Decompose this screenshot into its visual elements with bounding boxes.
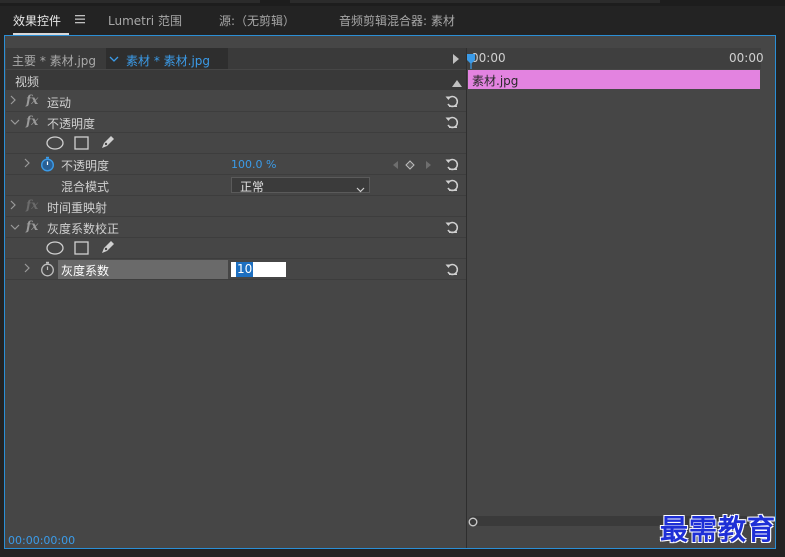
scroll-handle-icon[interactable] bbox=[468, 516, 478, 530]
video-section-header: 视频 bbox=[6, 70, 466, 90]
chevron-down-icon bbox=[356, 182, 365, 196]
effect-row-motion[interactable]: fx 运动 bbox=[6, 91, 466, 112]
reset-icon[interactable] bbox=[445, 220, 459, 234]
fx-icon[interactable]: fx bbox=[26, 114, 38, 128]
param-label-gamma: 灰度系数 bbox=[61, 264, 110, 278]
source-selector-bar: 主要 * 素材.jpg 素材 * 素材.jpg bbox=[6, 48, 466, 69]
param-row-blend-mode[interactable]: 混合模式 正常 bbox=[6, 175, 466, 196]
master-clip-tab[interactable]: 主要 * 素材.jpg bbox=[12, 52, 96, 69]
top-strip-segment bbox=[0, 0, 260, 3]
watermark-logo: 最需教育 bbox=[660, 513, 777, 546]
effect-row-gamma-correction[interactable]: fx 灰度系数校正 bbox=[6, 217, 466, 238]
param-label-opacity: 不透明度 bbox=[61, 159, 110, 173]
chevron-right-icon[interactable] bbox=[24, 158, 30, 171]
blend-mode-value: 正常 bbox=[240, 180, 265, 194]
reset-icon[interactable] bbox=[445, 157, 459, 171]
gamma-mask-tools bbox=[6, 238, 466, 259]
stopwatch-icon[interactable] bbox=[40, 261, 55, 280]
ruler-start-time: 00:00 bbox=[471, 51, 506, 65]
collapse-up-icon[interactable] bbox=[452, 76, 462, 90]
reset-icon[interactable] bbox=[445, 115, 459, 129]
current-timecode[interactable]: 00:00:00:00 bbox=[8, 534, 75, 547]
param-row-opacity[interactable]: 不透明度 100.0 % bbox=[6, 154, 466, 175]
stopwatch-icon[interactable] bbox=[40, 156, 55, 175]
timeline-clip[interactable]: 素材.jpg bbox=[468, 70, 760, 89]
chevron-down-icon[interactable] bbox=[10, 222, 20, 233]
gamma-value-field[interactable]: 10 bbox=[231, 262, 286, 277]
panel-divider[interactable] bbox=[466, 48, 467, 548]
reset-icon[interactable] bbox=[445, 178, 459, 192]
ellipse-mask-icon[interactable] bbox=[46, 241, 64, 258]
fx-icon[interactable]: fx bbox=[26, 219, 38, 233]
panel-tab-bar: 效果控件 Lumetri 范围 源:（无剪辑） 音频剪辑混合器: 素材 bbox=[0, 6, 785, 35]
video-header-label: 视频 bbox=[15, 75, 40, 89]
tab-source[interactable]: 源:（无剪辑） bbox=[219, 12, 295, 29]
menu-icon[interactable] bbox=[75, 13, 85, 27]
chevron-right-icon[interactable] bbox=[10, 95, 16, 108]
tab-audio-clip-mixer[interactable]: 音频剪辑混合器: 素材 bbox=[339, 12, 455, 29]
effect-row-opacity[interactable]: fx 不透明度 bbox=[6, 112, 466, 133]
opacity-value[interactable]: 100.0 % bbox=[231, 158, 276, 171]
reset-icon[interactable] bbox=[445, 262, 459, 276]
chevron-right-icon[interactable] bbox=[10, 200, 16, 213]
param-row-gamma[interactable]: 灰度系数 10 bbox=[6, 259, 466, 280]
ellipse-mask-icon[interactable] bbox=[46, 136, 64, 153]
tab-effect-controls[interactable]: 效果控件 bbox=[13, 12, 61, 29]
chevron-down-icon[interactable] bbox=[10, 117, 20, 128]
keyframe-nav-icon[interactable] bbox=[392, 159, 432, 173]
top-strip-segment bbox=[290, 0, 660, 3]
tab-lumetri-scopes[interactable]: Lumetri 范围 bbox=[108, 12, 182, 29]
timeline-clip-label: 素材.jpg bbox=[472, 74, 519, 88]
fx-icon[interactable]: fx bbox=[26, 93, 38, 107]
reset-icon[interactable] bbox=[445, 94, 459, 108]
blend-mode-dropdown[interactable]: 正常 bbox=[231, 177, 370, 196]
fx-icon: fx bbox=[26, 198, 39, 212]
gamma-value: 10 bbox=[236, 262, 254, 277]
effect-label-time-remap: 时间重映射 bbox=[47, 201, 108, 215]
ruler-end-time: 00:00 bbox=[729, 51, 764, 65]
opacity-mask-tools bbox=[6, 133, 466, 154]
pen-mask-icon[interactable] bbox=[100, 239, 116, 258]
param-label-blend-mode: 混合模式 bbox=[61, 180, 110, 194]
rectangle-mask-icon[interactable] bbox=[74, 136, 89, 153]
sequence-clip-tab[interactable]: 素材 * 素材.jpg bbox=[126, 52, 210, 69]
effect-label-gamma-correction: 灰度系数校正 bbox=[47, 222, 120, 236]
effect-row-time-remap[interactable]: fx 时间重映射 bbox=[6, 196, 466, 217]
chevron-right-icon[interactable] bbox=[24, 263, 30, 276]
effect-label-motion: 运动 bbox=[47, 96, 72, 110]
effect-label-opacity: 不透明度 bbox=[47, 117, 96, 131]
rectangle-mask-icon[interactable] bbox=[74, 241, 89, 258]
pen-mask-icon[interactable] bbox=[100, 134, 116, 153]
timeline-ruler[interactable]: 00:00 00:00 bbox=[467, 48, 764, 69]
expand-timeline-icon[interactable] bbox=[452, 53, 460, 67]
chevron-down-icon[interactable] bbox=[109, 53, 119, 67]
